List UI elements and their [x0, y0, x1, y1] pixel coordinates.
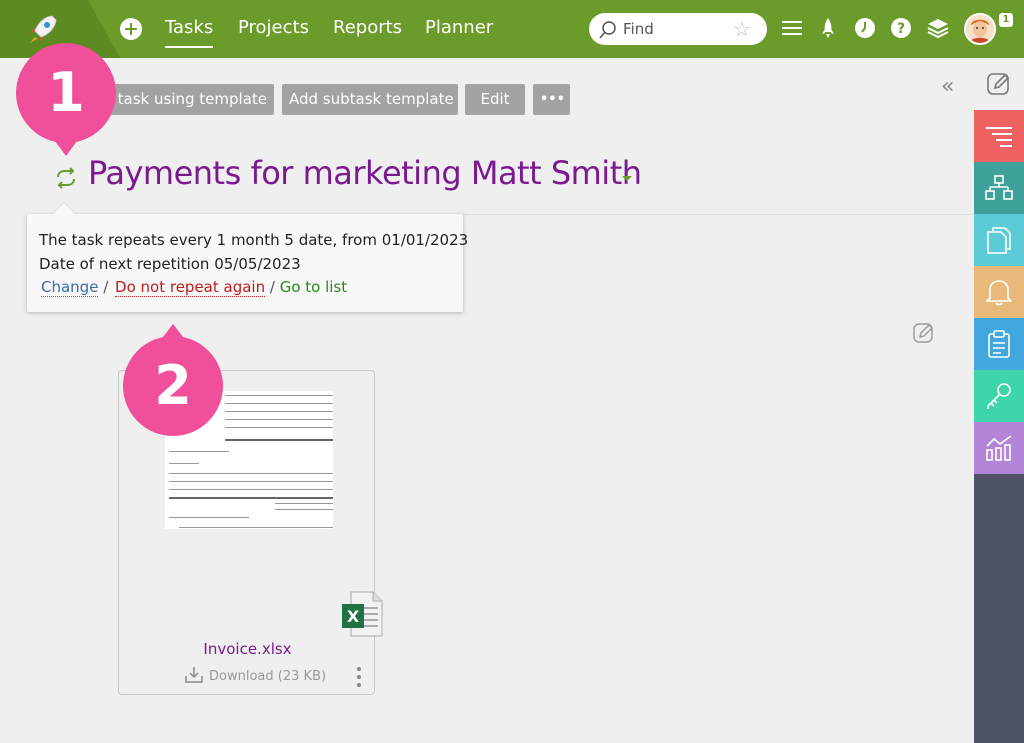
- more-button[interactable]: •••: [533, 84, 570, 115]
- excel-file-icon: X: [342, 591, 383, 637]
- repeat-icon[interactable]: [54, 166, 78, 190]
- help-icon[interactable]: ?: [890, 17, 912, 39]
- repeat-actions: Change / Do not repeat again / Go to lis…: [39, 278, 347, 297]
- top-bar: Tasks Projects Reports Planner ☆ ?: [0, 0, 1024, 58]
- sidebar-item-edit[interactable]: [974, 58, 1024, 110]
- nav-projects[interactable]: Projects: [238, 17, 309, 38]
- add-subtask-template-button[interactable]: Add subtask template: [282, 84, 458, 115]
- nav-planner[interactable]: Planner: [425, 17, 493, 38]
- task-title[interactable]: Payments for marketing Matt Smith: [88, 154, 642, 192]
- sidebar-item-access[interactable]: [974, 370, 1024, 422]
- svg-text:?: ?: [897, 21, 905, 37]
- change-repeat-link[interactable]: Change: [41, 278, 99, 297]
- sidebar-item-analytics[interactable]: [974, 422, 1024, 474]
- separator: /: [265, 278, 280, 296]
- sidebar-item-documents[interactable]: [974, 214, 1024, 266]
- sidebar-item-checklist[interactable]: [974, 318, 1024, 370]
- edit-button[interactable]: Edit: [465, 84, 525, 115]
- sidebar-item-notifications[interactable]: [974, 266, 1024, 318]
- nav-tasks[interactable]: Tasks: [165, 17, 214, 48]
- collapse-icon[interactable]: «: [941, 74, 954, 99]
- file-size: (23 KB): [277, 669, 327, 684]
- search-input[interactable]: [623, 19, 723, 39]
- file-menu-icon[interactable]: [357, 667, 361, 691]
- rocket-icon: [30, 15, 57, 43]
- clock-icon[interactable]: [854, 17, 876, 39]
- sidebar-item-structure[interactable]: [974, 162, 1024, 214]
- callout-2: 2: [154, 354, 192, 417]
- download-label: Download: [209, 669, 274, 684]
- repeat-popup: The task repeats every 1 month 5 date, f…: [27, 214, 468, 312]
- key-icon: [987, 383, 1011, 409]
- rocket-small-icon[interactable]: [817, 17, 839, 39]
- nav-reports[interactable]: Reports: [333, 17, 402, 38]
- layers-icon[interactable]: [927, 17, 949, 39]
- svg-text:X: X: [347, 607, 360, 626]
- menu-icon[interactable]: [781, 17, 803, 39]
- repeat-schedule-text: The task repeats every 1 month 5 date, f…: [39, 231, 469, 249]
- callout-1: 1: [47, 61, 85, 124]
- star-icon[interactable]: ☆: [733, 19, 751, 39]
- avatar-image: [966, 15, 994, 43]
- hierarchy-icon: [985, 175, 1013, 200]
- right-sidebar: [974, 58, 1024, 743]
- title-dropdown-icon[interactable]: [622, 176, 632, 181]
- edit-description-icon[interactable]: [912, 321, 936, 345]
- list-icon: [986, 127, 1012, 147]
- chart-icon: [986, 435, 1012, 461]
- stop-repeat-link[interactable]: Do not repeat again: [115, 278, 266, 297]
- separator: /: [98, 278, 114, 296]
- next-repetition-text: Date of next repetition 05/05/2023: [39, 255, 301, 273]
- user-avatar[interactable]: [964, 13, 996, 45]
- file-name-link[interactable]: Invoice.xlsx: [119, 640, 376, 658]
- edit-note-icon: [987, 73, 1010, 95]
- add-icon[interactable]: [120, 18, 142, 40]
- go-to-list-link[interactable]: Go to list: [280, 278, 347, 296]
- search-icon: [599, 21, 616, 39]
- search-box[interactable]: ☆: [589, 13, 767, 45]
- download-icon: [185, 667, 203, 683]
- download-link[interactable]: Download (23 KB): [185, 666, 326, 684]
- clipboard-icon: [988, 330, 1010, 358]
- documents-icon: [987, 227, 1011, 254]
- sidebar-item-list[interactable]: [974, 110, 1024, 162]
- notification-badge: 1: [999, 13, 1013, 27]
- bell-icon: [986, 280, 1012, 306]
